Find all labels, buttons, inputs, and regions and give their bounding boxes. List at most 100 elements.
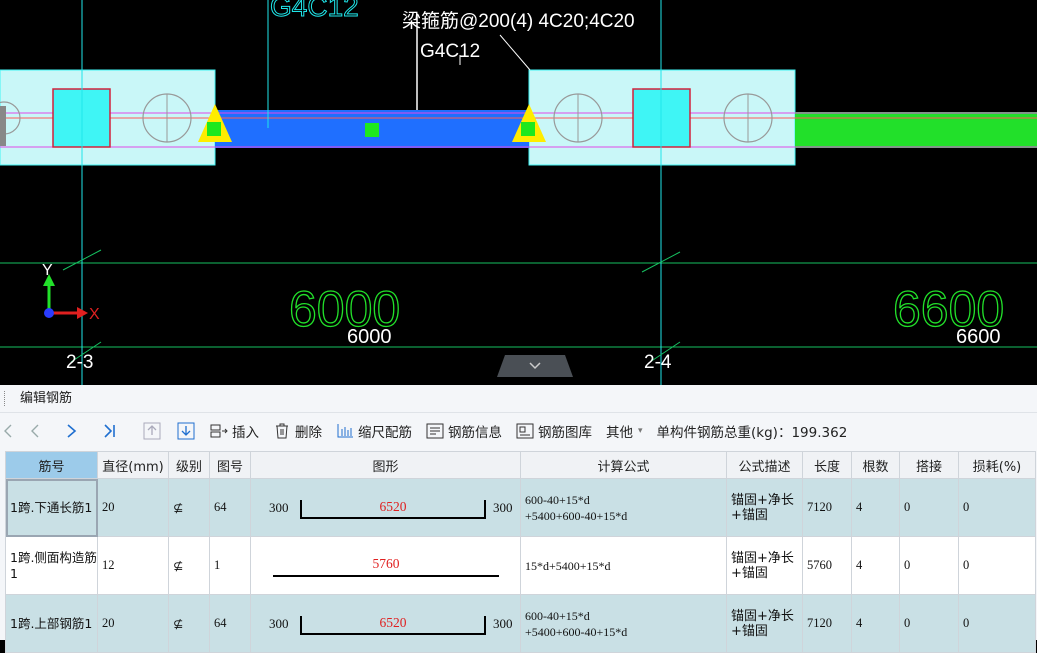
table-row[interactable]: 1跨.上部钢筋1 20 ⊈ 64 300 6520 300 600-40+15*… <box>5 594 1036 653</box>
cell-grade[interactable]: ⊈ <box>168 594 210 653</box>
cell-bar-no[interactable]: 1跨.上部钢筋1 <box>5 594 98 653</box>
rebar-shape-u: 300 6520 300 <box>255 604 517 644</box>
cell-formula[interactable]: 15*d+5400+15*d <box>520 536 727 595</box>
shape-right-value: 300 <box>493 615 513 631</box>
col-header-count[interactable]: 根数 <box>851 451 900 479</box>
cell-diameter[interactable]: 20 <box>97 478 169 537</box>
cell-lap[interactable]: 0 <box>899 594 959 653</box>
total-weight-value: 199.362 <box>791 425 848 441</box>
cell-formula[interactable]: 600-40+15*d +5400+600-40+15*d <box>520 594 727 653</box>
cad-rebar-annotation-1: 梁箍筋@200(4) 4C20;4C20 <box>402 10 635 32</box>
cell-shape[interactable]: 300 6520 300 <box>250 478 521 537</box>
rebar-library-label: 钢筋图库 <box>538 425 592 441</box>
total-weight-label: 单构件钢筋总重(kg)： <box>656 425 792 441</box>
drag-grip-icon[interactable] <box>4 391 8 406</box>
other-menu-button[interactable]: 其他 ▾ <box>606 421 643 441</box>
cell-bar-no[interactable]: 1跨.下通长筋1 <box>5 478 98 537</box>
beam-span-green[interactable] <box>795 112 1037 148</box>
cell-count[interactable]: 4 <box>851 478 900 537</box>
col-header-grade[interactable]: 级别 <box>168 451 210 479</box>
cad-rebar-annotation-2: G4C12 <box>420 41 480 62</box>
rebar-toolbar: 插入 删除 缩尺配筋 钢筋信息 钢筋图库 其他 ▾ 单构件钢筋总重(kg)：19… <box>0 413 1037 449</box>
col-header-loss[interactable]: 损耗(%) <box>958 451 1036 479</box>
cell-length[interactable]: 7120 <box>802 478 852 537</box>
rebar-shape-u: 300 6520 300 <box>255 488 517 528</box>
shape-mid-value: 5760 <box>372 555 400 571</box>
cell-count[interactable]: 4 <box>851 536 900 595</box>
col-header-formula[interactable]: 计算公式 <box>520 451 727 479</box>
caret-down-icon: ▾ <box>638 426 643 436</box>
col-header-bar-no[interactable]: 筋号 <box>5 451 98 479</box>
rebar-info-button[interactable]: 钢筋信息 <box>426 421 502 441</box>
cell-loss[interactable]: 0 <box>958 478 1036 537</box>
table-row[interactable]: 1跨.下通长筋1 20 ⊈ 64 300 6520 300 600-40+15*… <box>5 478 1036 537</box>
cell-figure-no[interactable]: 64 <box>209 478 251 537</box>
cell-diameter[interactable]: 12 <box>97 536 169 595</box>
cell-loss[interactable]: 0 <box>958 594 1036 653</box>
axis-label-right: 2-4 <box>644 352 672 373</box>
previous-record-icon[interactable] <box>24 421 44 441</box>
cad-drawing-canvas[interactable]: G4C12 梁箍筋@200(4) 4C20;4C20 G4C12 6000 60… <box>0 0 1037 385</box>
formula-line-2: +5400+600-40+15*d <box>525 508 628 523</box>
cell-loss[interactable]: 0 <box>958 536 1036 595</box>
ucs-y-label: Y <box>42 262 53 279</box>
other-menu-label: 其他 <box>606 425 633 441</box>
formula-line-2: +5400+600-40+15*d <box>525 624 628 639</box>
cell-figure-no[interactable]: 1 <box>209 536 251 595</box>
col-header-shape[interactable]: 图形 <box>250 451 521 479</box>
last-record-icon[interactable] <box>100 421 120 441</box>
insert-label: 插入 <box>232 425 259 441</box>
cell-formula[interactable]: 600-40+15*d +5400+600-40+15*d <box>520 478 727 537</box>
panel-collapse-tab[interactable] <box>497 355 573 377</box>
shape-left-value: 300 <box>269 499 289 515</box>
shape-left-value: 300 <box>269 615 289 631</box>
cell-grade[interactable]: ⊈ <box>168 478 210 537</box>
delete-button[interactable]: 删除 <box>273 421 322 441</box>
move-up-icon[interactable] <box>142 421 162 441</box>
cad-top-label: G4C12 <box>270 0 359 22</box>
cell-formula-desc[interactable]: 锚固+净长+锚固 <box>726 478 803 537</box>
ruler-bars-icon <box>336 422 354 440</box>
table-header-row: 筋号 直径(mm) 级别 图号 图形 计算公式 公式描述 长度 根数 搭接 损耗… <box>5 451 1036 479</box>
table-row[interactable]: 1跨.侧面构造筋1 12 ⊈ 1 5760 15*d+5400+15*d 锚固+… <box>5 536 1036 595</box>
cell-length[interactable]: 7120 <box>802 594 852 653</box>
cell-shape[interactable]: 300 6520 300 <box>250 594 521 653</box>
cell-lap[interactable]: 0 <box>899 536 959 595</box>
formula-line-1: 600-40+15*d <box>525 492 590 507</box>
cell-figure-no[interactable]: 64 <box>209 594 251 653</box>
shape-right-value: 300 <box>493 499 513 515</box>
scale-rebar-button[interactable]: 缩尺配筋 <box>336 421 412 441</box>
cell-bar-no[interactable]: 1跨.侧面构造筋1 <box>5 536 98 595</box>
cell-shape[interactable]: 5760 <box>250 536 521 595</box>
cell-grade[interactable]: ⊈ <box>168 536 210 595</box>
insert-button[interactable]: 插入 <box>210 421 259 441</box>
cell-count[interactable]: 4 <box>851 594 900 653</box>
col-header-diameter[interactable]: 直径(mm) <box>97 451 169 479</box>
rebar-shape-straight: 5760 <box>255 546 517 586</box>
cell-length[interactable]: 5760 <box>802 536 852 595</box>
shape-mid-value: 6520 <box>379 498 407 514</box>
rebar-library-button[interactable]: 钢筋图库 <box>516 421 592 441</box>
info-list-icon <box>426 422 444 440</box>
cell-formula-desc[interactable]: 锚固+净长+锚固 <box>726 594 803 653</box>
move-down-icon[interactable] <box>176 421 196 441</box>
cell-diameter[interactable]: 20 <box>97 594 169 653</box>
next-record-icon[interactable] <box>62 421 82 441</box>
col-header-figure-no[interactable]: 图号 <box>209 451 251 479</box>
panel-title-bar: 编辑钢筋 <box>0 385 1037 413</box>
first-record-icon[interactable] <box>0 421 14 441</box>
total-weight: 单构件钢筋总重(kg)：199.362 <box>657 421 848 441</box>
formula-line-1: 600-40+15*d <box>525 608 590 623</box>
col-header-formula-desc[interactable]: 公式描述 <box>726 451 803 479</box>
col-header-lap[interactable]: 搭接 <box>899 451 959 479</box>
cell-lap[interactable]: 0 <box>899 478 959 537</box>
rebar-info-label: 钢筋信息 <box>448 425 502 441</box>
edit-rebar-panel: 编辑钢筋 插入 删除 缩尺配筋 钢筋信息 钢筋图库 其他 ▾ 单构件钢筋总重(k… <box>0 385 1037 653</box>
dim-small-right: 6600 <box>956 326 1001 348</box>
rebar-table: 筋号 直径(mm) 级别 图号 图形 计算公式 公式描述 长度 根数 搭接 损耗… <box>5 451 1036 653</box>
cell-formula-desc[interactable]: 锚固+净长+锚固 <box>726 536 803 595</box>
library-icon <box>516 422 534 440</box>
col-header-length[interactable]: 长度 <box>802 451 852 479</box>
trash-icon <box>273 422 291 440</box>
insert-icon <box>210 422 228 440</box>
